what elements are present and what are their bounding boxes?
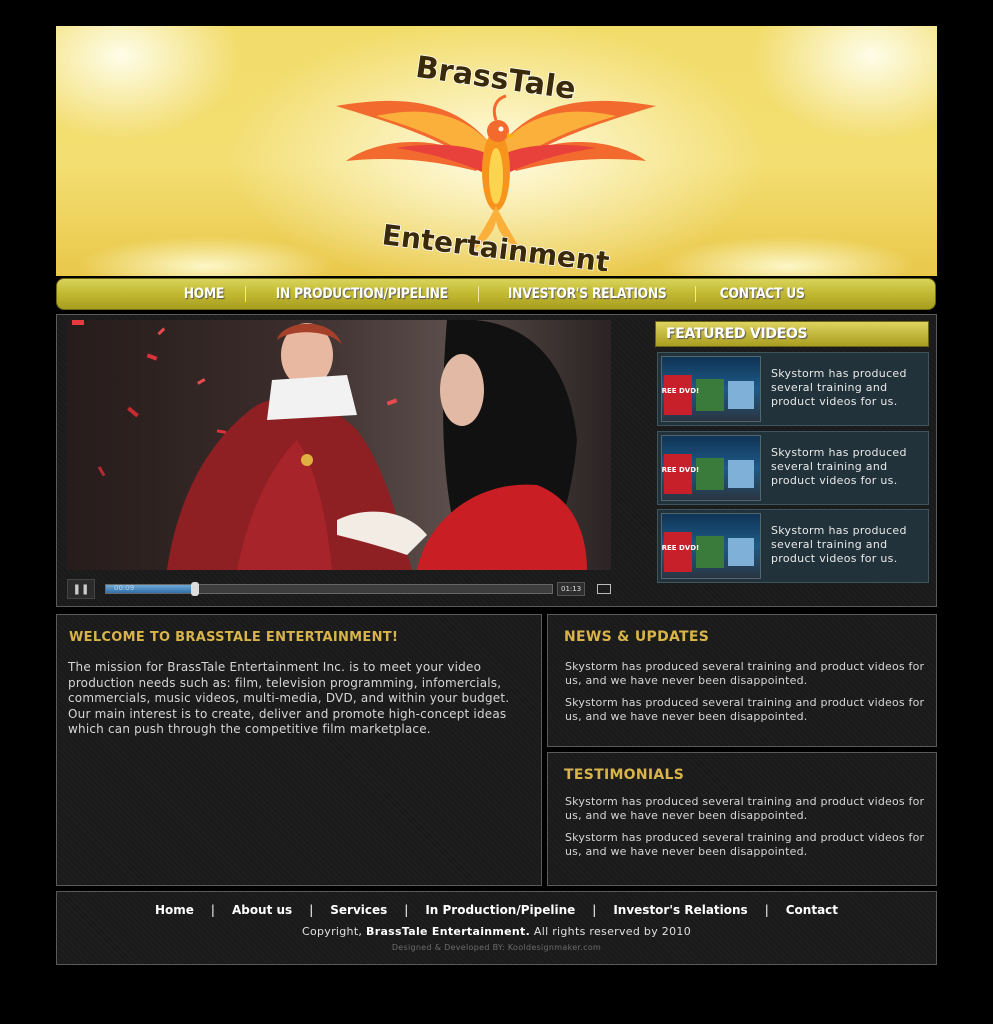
footer-link-contact[interactable]: Contact [786, 903, 838, 917]
testimonials-panel: TESTIMONIALS Skystorm has produced sever… [547, 752, 937, 886]
video-panel: ❚❚ 00:09 01:13 FEATURED VIDEOS FREE DVD!… [56, 314, 937, 607]
total-time: 01:13 [557, 582, 586, 596]
footer-link-in-production[interactable]: In Production/Pipeline [425, 903, 575, 917]
footer-nav: Home | About us | Services | In Producti… [57, 903, 936, 917]
footer-separator: | [210, 903, 215, 917]
logo-text-entertainment: Entertainment [380, 218, 611, 271]
fullscreen-icon[interactable] [597, 584, 612, 594]
player-controls: ❚❚ 00:09 01:13 [67, 579, 612, 599]
logo-text-brasstale: BrassTale [413, 50, 577, 107]
welcome-body: The mission for BrassTale Entertainment … [68, 660, 510, 736]
news-panel: NEWS & UPDATES Skystorm has produced sev… [547, 614, 937, 747]
testimonials-title: TESTIMONIALS [564, 767, 685, 783]
dvd-thumbnail-image: FREE DVD! [662, 532, 754, 572]
featured-video-item[interactable]: FREE DVD! Skystorm has produced several … [657, 509, 929, 583]
welcome-title: WELCOME TO BRASSTALE ENTERTAINMENT! [69, 630, 399, 645]
nav-contact[interactable]: CONTACT US [704, 286, 820, 302]
testimonials-list: Skystorm has produced several training a… [565, 795, 927, 867]
nav-in-production[interactable]: IN PRODUCTION/PIPELINE [260, 286, 464, 302]
designed-by-credit[interactable]: Designed & Developed BY: Kooldesignmaker… [57, 943, 936, 952]
footer-link-services[interactable]: Services [330, 903, 387, 917]
featured-video-text: Skystorm has produced several training a… [771, 524, 907, 565]
nav-home[interactable]: HOME [168, 286, 240, 302]
copyright-suffix: All rights reserved by 2010 [533, 925, 692, 938]
video-frame-image [72, 320, 587, 570]
thumb-label: FREE DVD! [662, 387, 699, 395]
seek-bar[interactable]: 00:09 [105, 582, 553, 596]
footer-separator: | [404, 903, 409, 917]
site-footer: Home | About us | Services | In Producti… [56, 891, 937, 965]
featured-video-item[interactable]: FREE DVD! Skystorm has produced several … [657, 352, 929, 426]
nav-separator [477, 286, 479, 302]
current-time: 00:09 [114, 584, 135, 592]
seek-handle[interactable] [191, 582, 200, 596]
featured-video-thumbnail[interactable]: FREE DVD! [661, 356, 761, 422]
featured-video-thumbnail[interactable]: FREE DVD! [661, 513, 761, 579]
featured-videos-title: FEATURED VIDEOS [655, 321, 929, 347]
copyright-prefix: Copyright, [301, 925, 363, 938]
footer-separator: | [309, 903, 314, 917]
footer-link-home[interactable]: Home [155, 903, 194, 917]
featured-video-thumbnail[interactable]: FREE DVD! [661, 435, 761, 501]
testimonial-item: Skystorm has produced several training a… [565, 795, 925, 822]
news-title: NEWS & UPDATES [564, 629, 710, 645]
testimonial-item: Skystorm has produced several training a… [565, 831, 925, 858]
dvd-thumbnail-image: FREE DVD! [662, 454, 754, 494]
featured-video-text: Skystorm has produced several training a… [771, 446, 907, 487]
welcome-panel: WELCOME TO BRASSTALE ENTERTAINMENT! The … [56, 614, 542, 886]
site-header: BrassTale Entertainment [56, 26, 937, 276]
news-list: Skystorm has produced several training a… [565, 660, 927, 732]
copyright-company: BrassTale Entertainment. [366, 925, 531, 938]
footer-separator: | [764, 903, 769, 917]
featured-video-text: Skystorm has produced several training a… [771, 367, 907, 408]
footer-separator: | [592, 903, 597, 917]
nav-investors[interactable]: INVESTOR'S RELATIONS [492, 286, 682, 302]
spotlight-glow-right [657, 236, 917, 276]
footer-link-investors[interactable]: Investor's Relations [613, 903, 747, 917]
nav-separator [695, 286, 697, 302]
news-item: Skystorm has produced several training a… [565, 660, 925, 687]
spotlight-glow-left [76, 236, 336, 276]
nav-separator [245, 286, 247, 302]
video-player[interactable] [67, 320, 611, 570]
footer-link-about[interactable]: About us [232, 903, 292, 917]
copyright-text: Copyright, BrassTale Entertainment. All … [57, 925, 936, 938]
thumb-label: FREE DVD! [662, 466, 699, 474]
pause-icon: ❚❚ [72, 583, 90, 595]
brasstale-logo[interactable]: BrassTale Entertainment [326, 36, 666, 271]
dvd-thumbnail-image: FREE DVD! [662, 375, 754, 415]
pause-button[interactable]: ❚❚ [67, 579, 95, 599]
featured-video-item[interactable]: FREE DVD! Skystorm has produced several … [657, 431, 929, 505]
thumb-label: FREE DVD! [662, 544, 699, 552]
news-item: Skystorm has produced several training a… [565, 696, 925, 723]
main-nav: HOME IN PRODUCTION/PIPELINE INVESTOR'S R… [56, 278, 936, 310]
